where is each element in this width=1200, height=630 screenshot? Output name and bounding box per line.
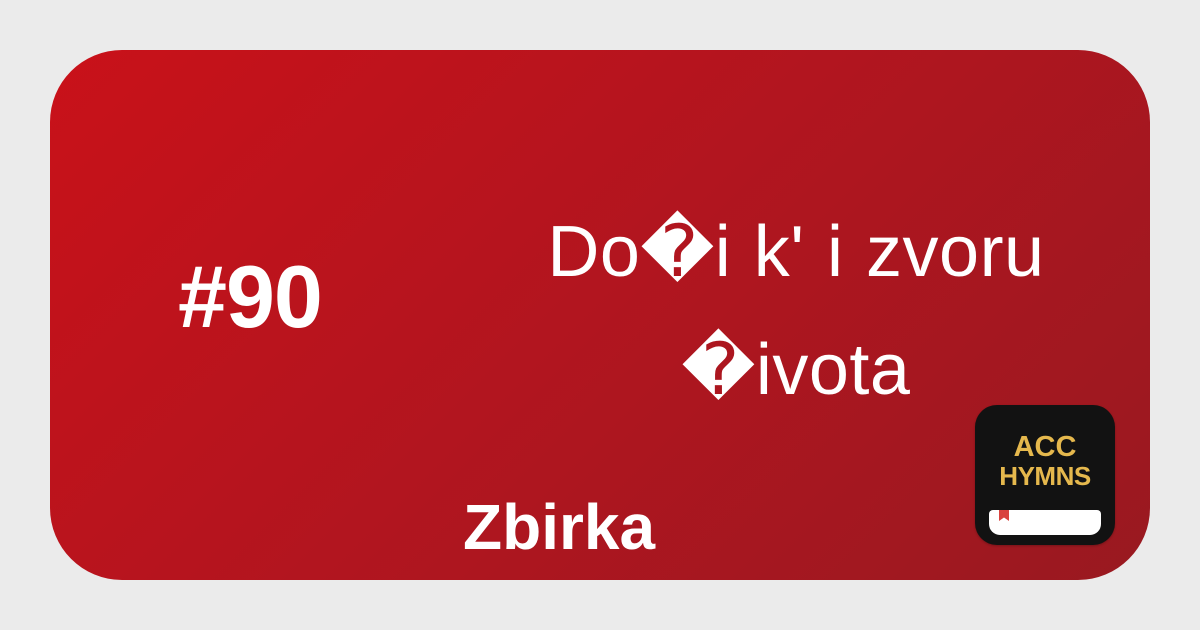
bookmark-icon (999, 510, 1009, 521)
hymn-title: Do�i k' i zvoru �ivota (402, 193, 1150, 429)
collection-label: Zbirka (463, 491, 656, 563)
app-logo-line-1: ACC (1013, 431, 1077, 463)
app-logo: ACC HYMNS (975, 405, 1115, 545)
page-frame: #90 Do�i k' i zvoru �ivota Zbirka ACC HY… (0, 0, 1200, 630)
hymn-title-line-1: Do�i k' i zvoru (547, 212, 1045, 292)
app-logo-line-2: HYMNS (999, 461, 1091, 491)
book-icon (989, 510, 1101, 535)
hymn-number: #90 (178, 247, 323, 346)
